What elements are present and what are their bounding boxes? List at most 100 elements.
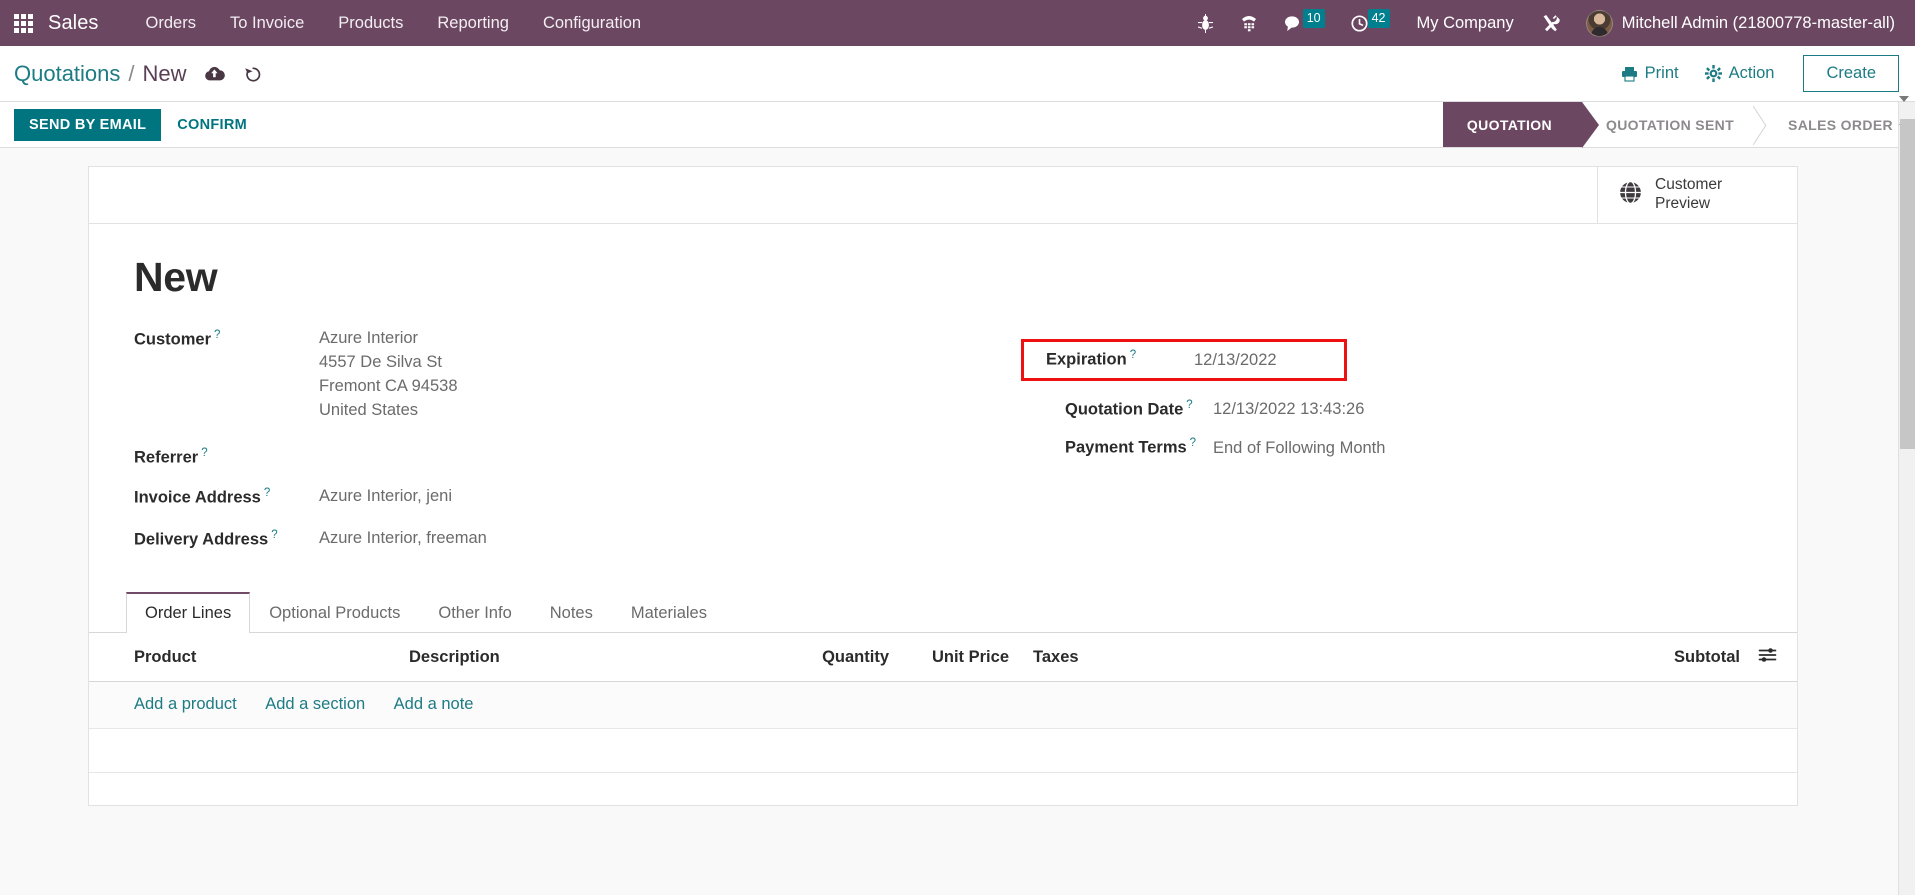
tab-notes[interactable]: Notes bbox=[531, 592, 612, 633]
stage-sales-order[interactable]: SALES ORDER bbox=[1764, 102, 1915, 147]
column-header-taxes[interactable]: Taxes bbox=[1019, 633, 1379, 683]
field-value-expiration[interactable]: 12/13/2022 bbox=[1194, 351, 1277, 370]
save-record-button[interactable] bbox=[204, 65, 225, 82]
top-navbar: Sales Orders To Invoice Products Reporti… bbox=[0, 0, 1915, 46]
action-label: Action bbox=[1728, 64, 1775, 82]
quotation-date-label-text: Quotation Date bbox=[1065, 400, 1184, 418]
expiration-help-icon[interactable]: ? bbox=[1130, 349, 1136, 361]
menu-item-to-invoice[interactable]: To Invoice bbox=[213, 2, 321, 45]
order-lines-body: Add a product Add a section Add a note bbox=[89, 681, 1797, 774]
customer-city-state-zip: Fremont CA 94538 bbox=[319, 376, 458, 395]
globe-icon bbox=[1618, 180, 1643, 210]
column-options-button[interactable] bbox=[1748, 633, 1797, 683]
stage-quotation[interactable]: QUOTATION bbox=[1442, 101, 1600, 148]
column-header-description[interactable]: Description bbox=[399, 633, 749, 683]
invoice-address-help-icon[interactable]: ? bbox=[264, 487, 270, 499]
form-content-area: Customer Preview New Customer? Azure Int… bbox=[0, 148, 1915, 895]
company-switcher[interactable]: My Company bbox=[1403, 14, 1528, 33]
field-value-payment-terms[interactable]: End of Following Month bbox=[1213, 439, 1385, 458]
apps-menu-toggle[interactable] bbox=[0, 0, 46, 46]
grid-apps-icon bbox=[13, 13, 33, 33]
payment-terms-label-text: Payment Terms bbox=[1065, 438, 1187, 457]
field-value-customer[interactable]: Azure Interior 4557 De Silva St Fremont … bbox=[319, 327, 458, 423]
tab-order-lines[interactable]: Order Lines bbox=[126, 592, 251, 634]
field-payment-terms: Payment Terms? End of Following Month bbox=[1043, 437, 1752, 458]
field-value-delivery-address[interactable]: Azure Interior, freeman bbox=[319, 527, 487, 551]
confirm-button[interactable]: CONFIRM bbox=[161, 109, 263, 141]
delivery-address-help-icon[interactable]: ? bbox=[271, 529, 277, 541]
tab-materiales[interactable]: Materiales bbox=[612, 592, 726, 633]
breadcrumb-quotations[interactable]: Quotations bbox=[14, 61, 120, 87]
field-customer: Customer? Azure Interior 4557 De Silva S… bbox=[134, 327, 943, 423]
customer-preview-line2: Preview bbox=[1655, 195, 1711, 212]
user-menu[interactable]: Mitchell Admin (21800778-master-all) bbox=[1576, 9, 1901, 37]
field-label-referrer: Referrer? bbox=[134, 445, 319, 468]
delivery-address-label-text: Delivery Address bbox=[134, 530, 269, 549]
app-brand-sales[interactable]: Sales bbox=[46, 12, 107, 35]
quotation-date-help-icon[interactable]: ? bbox=[1186, 399, 1192, 411]
discard-record-button[interactable] bbox=[243, 65, 263, 83]
scroll-up-button[interactable] bbox=[1899, 102, 1909, 125]
sheet-wrapper: Customer Preview New Customer? Azure Int… bbox=[0, 148, 1915, 806]
menu-item-reporting[interactable]: Reporting bbox=[420, 2, 526, 45]
form-grid: Customer? Azure Interior 4557 De Silva S… bbox=[134, 327, 1752, 566]
action-button[interactable]: Action bbox=[1692, 58, 1788, 89]
customer-help-icon[interactable]: ? bbox=[214, 329, 220, 341]
send-by-email-button[interactable]: SEND BY EMAIL bbox=[14, 108, 162, 141]
create-button[interactable]: Create bbox=[1803, 55, 1899, 92]
invoice-address-label-text: Invoice Address bbox=[134, 488, 261, 507]
print-button[interactable]: Print bbox=[1608, 58, 1692, 89]
menu-item-configuration[interactable]: Configuration bbox=[526, 2, 658, 45]
expiration-label-text: Expiration bbox=[1046, 350, 1127, 369]
column-header-unit-price[interactable]: Unit Price bbox=[899, 633, 1019, 683]
table-header-row: Product Description Quantity Unit Price … bbox=[89, 633, 1797, 683]
field-value-referrer[interactable] bbox=[319, 445, 479, 468]
tab-optional-products[interactable]: Optional Products bbox=[250, 592, 419, 633]
field-label-invoice-address: Invoice Address? bbox=[134, 485, 319, 509]
field-label-customer: Customer? bbox=[134, 327, 319, 423]
messages-counter: 10 bbox=[1302, 8, 1325, 29]
activities-counter: 42 bbox=[1367, 8, 1390, 29]
add-a-section-link[interactable]: Add a section bbox=[265, 695, 365, 714]
field-value-quotation-date[interactable]: 12/13/2022 13:43:26 bbox=[1213, 400, 1364, 419]
tab-other-info[interactable]: Other Info bbox=[419, 592, 530, 633]
menu-item-products[interactable]: Products bbox=[321, 2, 420, 45]
record-sheet: Customer Preview New Customer? Azure Int… bbox=[88, 166, 1798, 806]
developer-tools-button[interactable] bbox=[1528, 0, 1576, 46]
stat-button-box: Customer Preview bbox=[89, 167, 1797, 224]
customer-name: Azure Interior bbox=[319, 329, 419, 347]
payment-terms-help-icon[interactable]: ? bbox=[1190, 437, 1196, 449]
activities-button[interactable]: 42 bbox=[1338, 0, 1403, 46]
sheet-body: New Customer? Azure Interior 4557 De Sil… bbox=[89, 224, 1797, 566]
empty-lines-filler bbox=[89, 728, 1797, 774]
column-header-subtotal[interactable]: Subtotal bbox=[1379, 633, 1748, 683]
referrer-help-icon[interactable]: ? bbox=[201, 447, 207, 459]
order-lines-table: Product Description Quantity Unit Price … bbox=[89, 633, 1797, 774]
page-title: New bbox=[134, 254, 218, 300]
field-delivery-address: Delivery Address? Azure Interior, freema… bbox=[134, 527, 943, 551]
debug-bug-button[interactable] bbox=[1184, 0, 1227, 46]
page-scrollbar[interactable] bbox=[1898, 96, 1915, 895]
breadcrumb-current: New bbox=[142, 60, 187, 86]
empty-filler-cell bbox=[89, 728, 1797, 774]
field-value-invoice-address[interactable]: Azure Interior, jeni bbox=[319, 485, 452, 509]
scrollbar-thumb[interactable] bbox=[1900, 119, 1915, 449]
messages-button[interactable]: 10 bbox=[1271, 0, 1338, 46]
statusbar-buttons: SEND BY EMAIL CONFIRM bbox=[0, 102, 263, 147]
stage-quotation-sent[interactable]: QUOTATION SENT bbox=[1582, 102, 1764, 147]
menu-item-orders[interactable]: Orders bbox=[129, 2, 213, 45]
add-a-note-link[interactable]: Add a note bbox=[394, 695, 474, 714]
column-header-quantity[interactable]: Quantity bbox=[749, 633, 899, 683]
field-label-expiration: Expiration? bbox=[1046, 349, 1194, 370]
add-a-product-link[interactable]: Add a product bbox=[134, 695, 237, 714]
statusbar: SEND BY EMAIL CONFIRM QUOTATION QUOTATIO… bbox=[0, 101, 1915, 148]
undo-icon bbox=[244, 66, 260, 81]
printer-icon bbox=[1621, 66, 1637, 82]
customer-preview-button[interactable]: Customer Preview bbox=[1597, 167, 1797, 223]
voip-dialpad-button[interactable] bbox=[1227, 0, 1271, 46]
column-header-product[interactable]: Product bbox=[89, 633, 399, 683]
main-menu: Orders To Invoice Products Reporting Con… bbox=[129, 2, 659, 45]
print-label: Print bbox=[1644, 64, 1679, 82]
navbar-systray: 10 42 My Company Mitchell Admin (2180077… bbox=[1184, 0, 1915, 46]
breadcrumb: Quotations / New bbox=[14, 61, 187, 87]
